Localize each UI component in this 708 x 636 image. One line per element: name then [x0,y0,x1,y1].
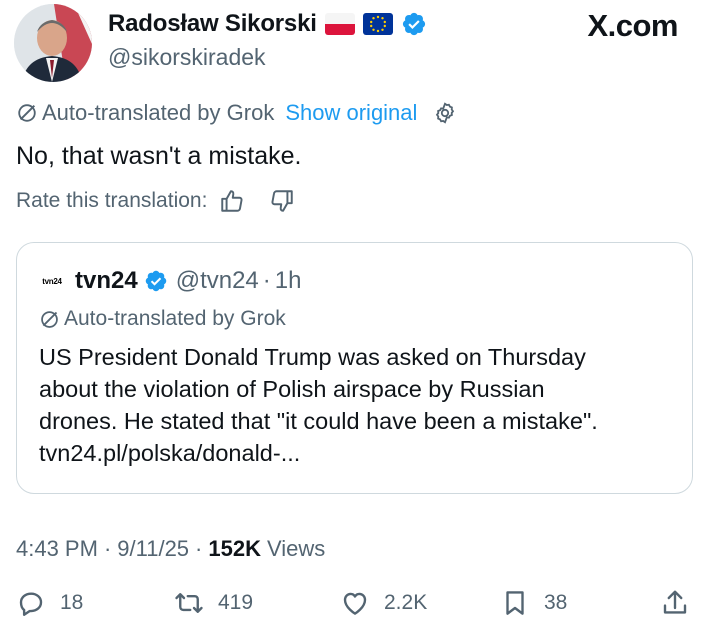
verified-badge-icon [402,12,425,36]
quoted-auto-translated-label: Auto-translated by Grok [64,307,286,330]
tweet-text: No, that wasn't a mistake. [16,142,302,170]
quoted-tweet[interactable]: tvn24 tvn24 @tvn24 · 1h Auto-translated … [16,242,693,494]
views-label: Views [266,536,326,561]
meta-separator: · [103,536,112,561]
quoted-tweet-text: US President Donald Trump was asked on T… [39,341,679,469]
repost-icon [175,593,203,613]
bookmark-button[interactable]: 38 [500,588,567,618]
thumbs-up-icon[interactable] [219,188,245,214]
action-bar: 18 419 2.2K 38 [0,588,708,628]
quoted-author-name[interactable]: tvn24 [75,267,138,295]
flag-eu-icon [362,13,393,35]
reply-icon [19,592,43,616]
author-name-row[interactable]: Radosław Sikorski [108,10,427,38]
quoted-link[interactable]: tvn24.pl/polska/donald-... [39,437,679,469]
grok-translate-icon [18,104,36,122]
rate-translation-row: Rate this translation: [16,188,295,214]
quoted-text-line: drones. He stated that "it could have be… [39,408,598,434]
quoted-text-line: US President Donald Trump was asked on T… [39,344,586,370]
quoted-translation-row: Auto-translated by Grok [39,307,286,331]
meta-separator: · [195,536,203,561]
tweet-date[interactable]: 9/11/25 [117,536,189,562]
author-display-name[interactable]: Radosław Sikorski [108,10,317,38]
reply-count: 18 [60,591,84,614]
reply-button[interactable]: 18 [16,588,83,618]
quoted-avatar[interactable]: tvn24 [39,268,65,294]
tweet-meta: 4:43 PM · 9/11/25 · 152K Views [16,536,325,562]
flag-poland-icon [324,13,355,35]
author-handle[interactable]: @sikorskiradek [108,44,266,71]
heart-icon [343,592,367,615]
bookmark-icon [506,591,524,615]
rate-translation-label: Rate this translation: [16,189,208,212]
repost-count: 419 [218,591,254,614]
tweet-time[interactable]: 4:43 PM [16,536,98,562]
thumbs-down-icon[interactable] [269,188,295,214]
verified-badge-icon [145,270,166,292]
share-button[interactable] [660,588,690,618]
tweet-card: Radosław Sikorski @sikorskiradek X.com A… [0,0,708,636]
quoted-tweet-header: tvn24 tvn24 @tvn24 · 1h [39,267,301,295]
quoted-time[interactable]: 1h [275,267,302,295]
views-count: 152K [208,536,261,561]
author-avatar[interactable] [14,4,92,82]
like-button[interactable]: 2.2K [340,588,427,618]
translation-row: Auto-translated by Grok Show original [16,100,457,126]
x-logo[interactable]: X.com [587,8,678,44]
author-photo [14,4,92,82]
quoted-separator: · [262,267,271,294]
quoted-text-line: about the violation of Polish airspace b… [39,376,545,402]
auto-translated-label: Auto-translated by Grok [42,100,275,125]
gear-icon[interactable] [433,101,457,125]
like-count: 2.2K [384,591,428,614]
repost-button[interactable]: 419 [174,588,253,618]
grok-translate-icon [41,310,58,328]
show-original-link[interactable]: Show original [285,100,417,126]
share-icon [663,590,687,614]
bookmark-count: 38 [544,591,568,614]
quoted-author-handle[interactable]: @tvn24 [176,267,259,295]
